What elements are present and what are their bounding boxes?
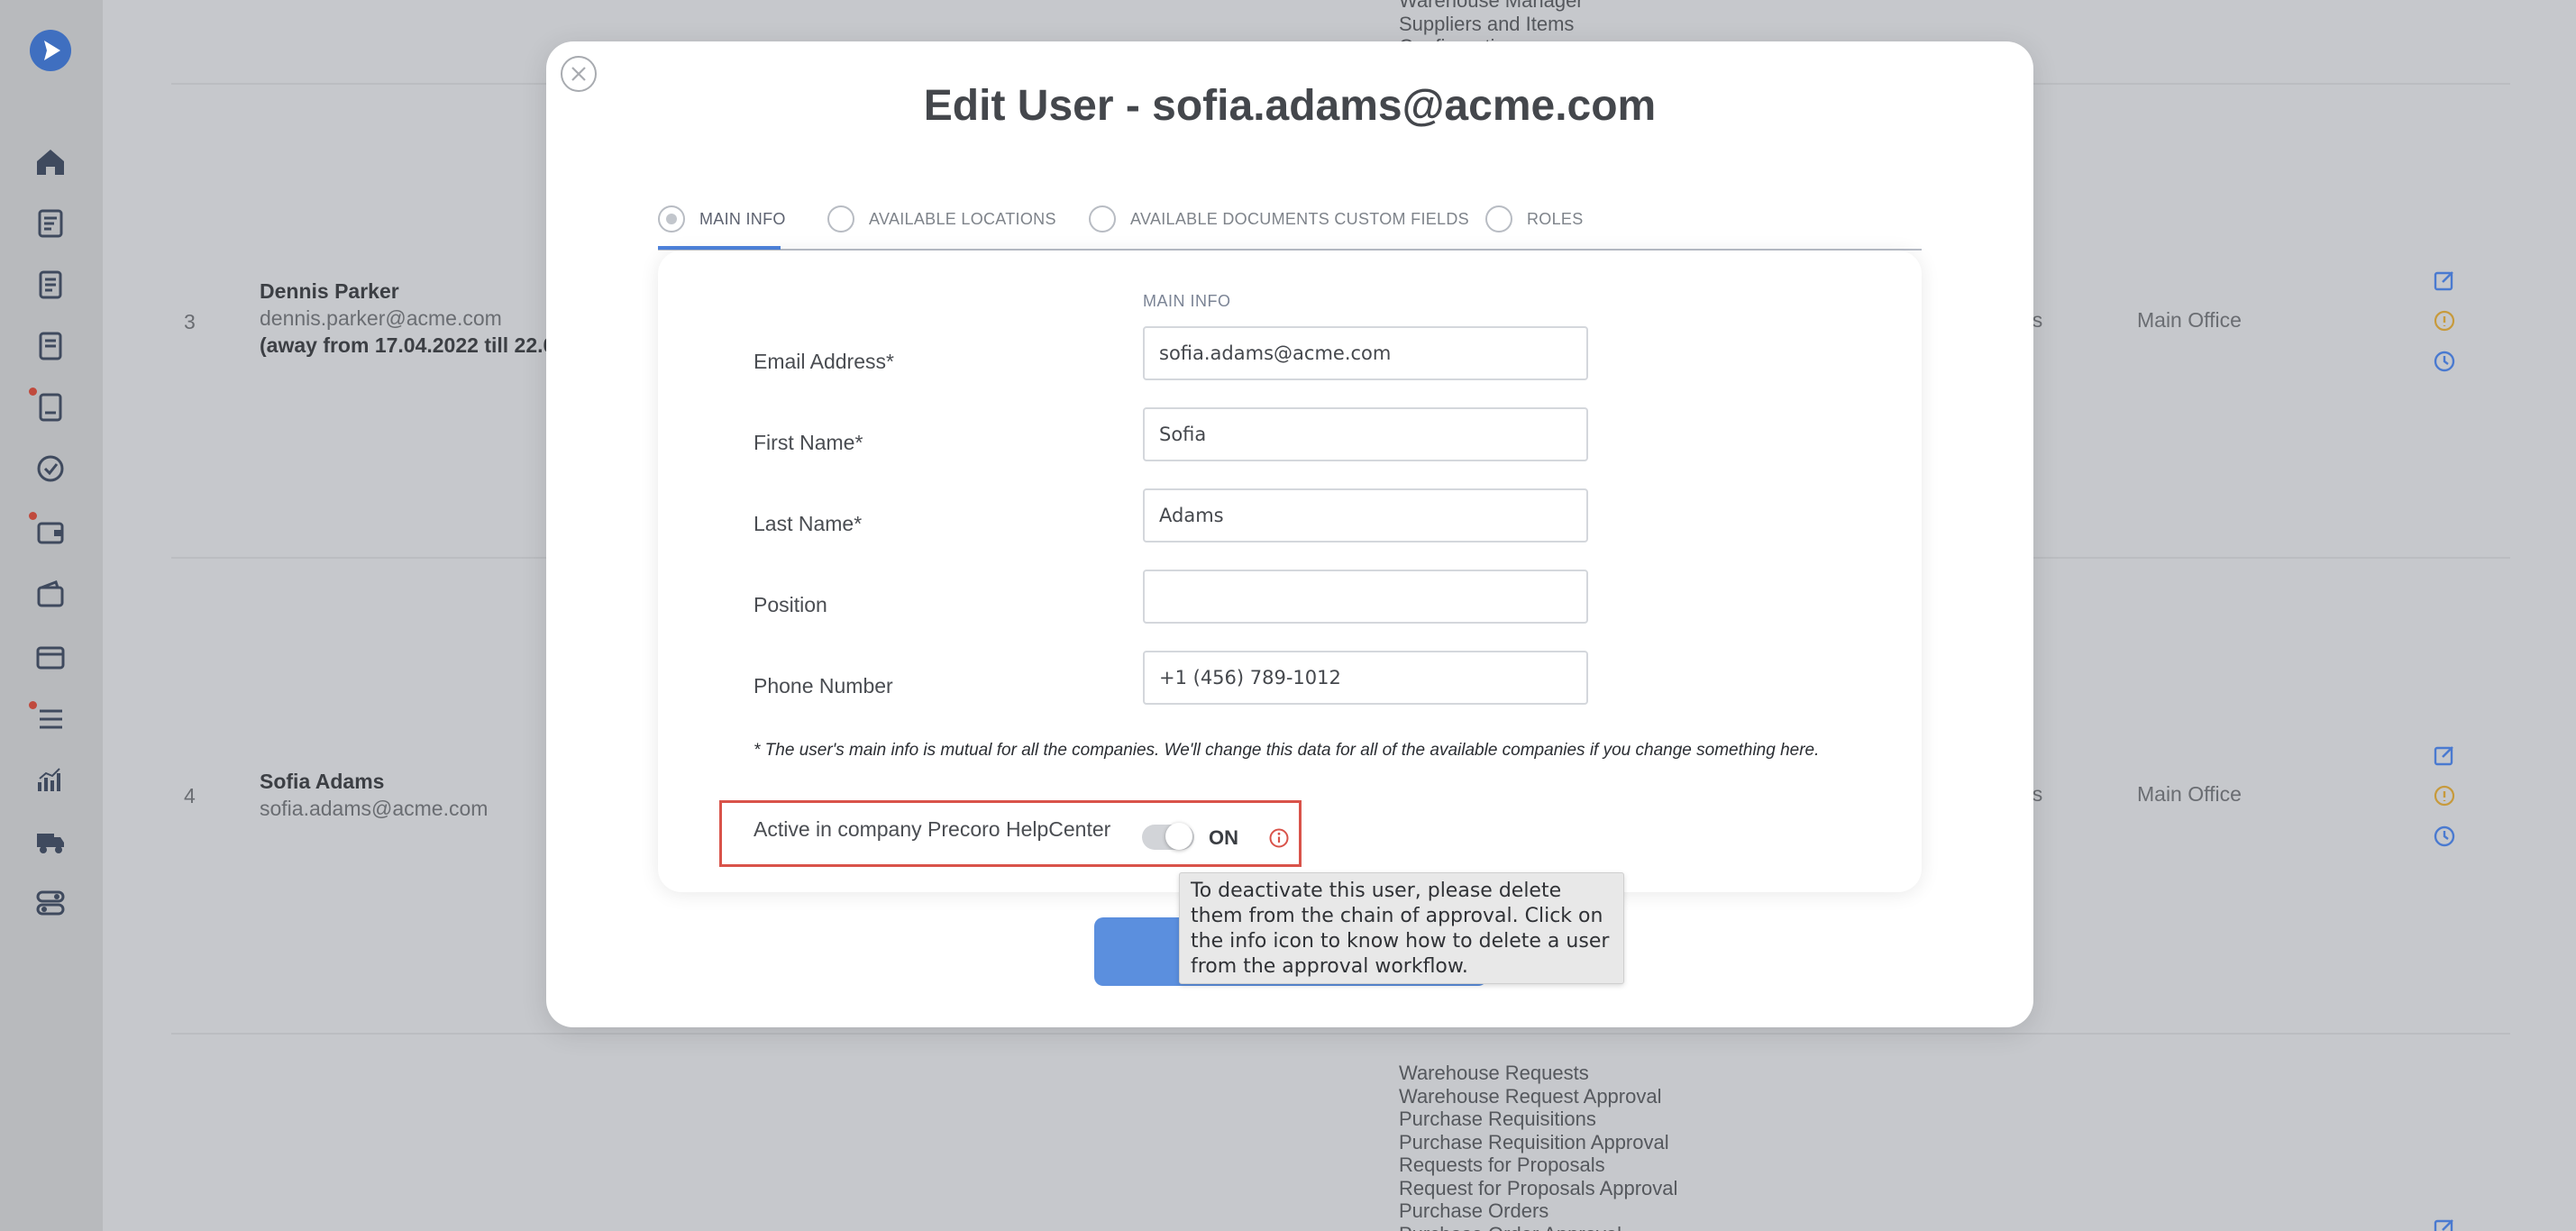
edit-icon[interactable] [2433, 1217, 2456, 1231]
row-divider [171, 1033, 2510, 1035]
tab-label: MAIN INFO [699, 210, 786, 228]
analytics-chart-icon[interactable] [32, 762, 69, 798]
main-info-card: MAIN INFO Email Address* First Name* Las… [658, 251, 1922, 892]
delivery-truck-icon[interactable] [32, 824, 69, 860]
edit-icon[interactable] [2433, 269, 2456, 292]
tab-bar: MAIN INFO AVAILABLE LOCATIONS AVAILABLE … [658, 162, 1922, 252]
user-email: sofia.adams@acme.com [260, 797, 489, 820]
receipt-list-icon[interactable] [32, 205, 69, 242]
user-away-status: (away from 17.04.2022 till 22.0 [260, 333, 555, 357]
app-logo-icon[interactable] [30, 30, 71, 71]
toggle-knob [1165, 823, 1192, 850]
tab-available-documents-custom-fields[interactable]: AVAILABLE DOCUMENTS CUSTOM FIELDS [1089, 205, 1469, 249]
settings-toggles-icon[interactable] [32, 885, 69, 921]
last-name-label: Last Name* [754, 512, 863, 535]
tab-roles[interactable]: ROLES [1485, 205, 1584, 249]
tab-label: ROLES [1527, 210, 1584, 228]
role-item: Warehouse Request Approval [1399, 1084, 1662, 1108]
tab-main-info[interactable]: MAIN INFO [658, 205, 786, 249]
toggle-state-label: ON [1209, 826, 1238, 849]
tab-radio [1089, 205, 1116, 233]
tab-available-locations[interactable]: AVAILABLE LOCATIONS [827, 205, 1056, 249]
invoice-icon[interactable] [32, 389, 69, 425]
row-number: 3 [184, 310, 196, 333]
user-location: Main Office [2137, 782, 2242, 806]
last-name-field[interactable] [1143, 488, 1588, 543]
user-name: Dennis Parker [260, 279, 399, 303]
user-name: Sofia Adams [260, 770, 385, 793]
role-item: Purchase Requisition Approval [1399, 1130, 1669, 1153]
role-item: Suppliers and Items [1399, 12, 1575, 35]
active-toggle[interactable] [1142, 823, 1194, 850]
phone-field[interactable] [1143, 651, 1588, 705]
document-icon[interactable] [32, 267, 69, 303]
active-company-row: Active in company Precoro HelpCenter ON [719, 800, 1302, 867]
first-name-label: First Name* [754, 431, 863, 454]
role-item: Purchase Requisitions [1399, 1108, 1596, 1130]
bottom-role-list: Warehouse Requests Warehouse Request App… [1399, 1062, 1677, 1231]
position-field[interactable] [1143, 570, 1588, 624]
history-clock-icon[interactable] [2433, 350, 2456, 373]
role-item: Purchase Orders [1399, 1199, 1549, 1222]
home-icon[interactable] [32, 144, 69, 180]
first-name-field[interactable] [1143, 407, 1588, 461]
tab-radio [658, 205, 685, 233]
user-email: dennis.parker@acme.com [260, 306, 502, 330]
warning-info-icon[interactable] [2433, 784, 2456, 807]
history-clock-icon[interactable] [2433, 825, 2456, 848]
tab-radio [827, 205, 854, 233]
tab-label: AVAILABLE DOCUMENTS CUSTOM FIELDS [1130, 210, 1469, 228]
document-alt-icon[interactable] [32, 328, 69, 364]
wallet-icon[interactable] [32, 514, 69, 550]
warning-info-icon[interactable] [2433, 309, 2456, 333]
row-number: 4 [184, 784, 196, 807]
role-item: Warehouse Manager [1399, 0, 1584, 12]
role-item: Requests for Proposals [1399, 1153, 1605, 1176]
email-field[interactable] [1143, 326, 1588, 380]
deactivate-tooltip: To deactivate this user, please delete t… [1179, 872, 1624, 984]
user-location: Main Office [2137, 308, 2242, 332]
tab-radio [1485, 205, 1512, 233]
close-icon [571, 67, 586, 81]
tab-label: AVAILABLE LOCATIONS [869, 210, 1056, 228]
role-item: Warehouse Requests [1399, 1062, 1589, 1084]
list-icon[interactable] [32, 701, 69, 737]
position-label: Position [754, 593, 827, 616]
payment-card-icon[interactable] [32, 640, 69, 676]
section-heading: MAIN INFO [1143, 292, 1231, 310]
role-item: Purchase Order Approval [1399, 1223, 1677, 1231]
modal-title: Edit User - sofia.adams@acme.com [923, 82, 1657, 130]
mutual-info-note: * The user's main info is mutual for all… [754, 741, 1820, 760]
active-company-label: Active in company Precoro HelpCenter [754, 817, 1111, 841]
active-tab-indicator [658, 246, 781, 250]
edit-icon[interactable] [2433, 743, 2456, 767]
role-item: Request for Proposals Approval [1399, 1176, 1678, 1199]
info-icon[interactable] [1268, 827, 1290, 849]
email-label: Email Address* [754, 350, 894, 373]
phone-label: Phone Number [754, 674, 893, 698]
budget-wallet-icon[interactable] [32, 577, 69, 613]
approval-check-icon[interactable] [32, 451, 69, 487]
sidebar [0, 0, 103, 1231]
